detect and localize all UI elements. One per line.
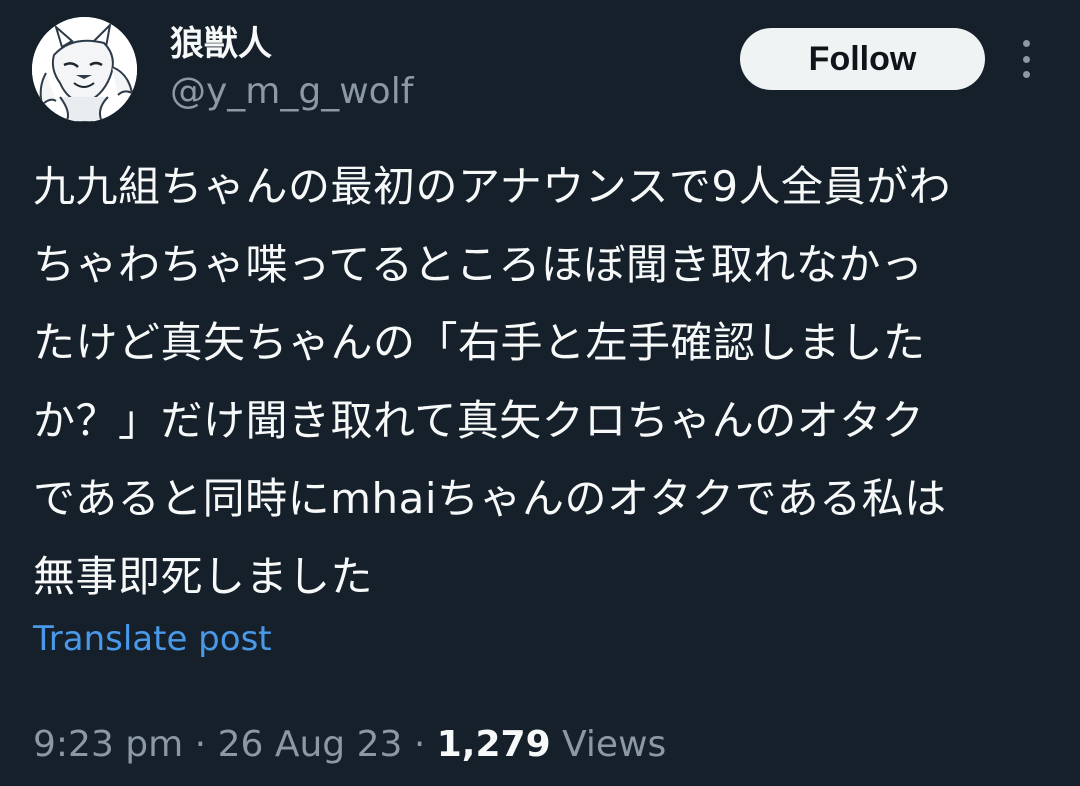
more-dot bbox=[1022, 71, 1030, 78]
post-header: 狼獣人 @y_m_g_wolf Follow bbox=[0, 0, 1080, 130]
more-vertical-icon[interactable] bbox=[1008, 38, 1044, 80]
post-meta: 9:23 pm · 26 Aug 23 · 1,279 Views bbox=[33, 722, 666, 768]
translate-post-link[interactable]: Translate post bbox=[33, 617, 272, 661]
author-handle[interactable]: @y_m_g_wolf bbox=[170, 70, 413, 114]
meta-separator: · bbox=[413, 724, 426, 765]
follow-button[interactable]: Follow bbox=[740, 28, 985, 90]
post-text-line: であると同時にmhaiちゃんのオタクである私は bbox=[33, 474, 947, 523]
more-dot bbox=[1022, 40, 1030, 47]
more-dot bbox=[1022, 55, 1030, 63]
post-text-line: 九九組ちゃんの最初のアナウンスで9人全員がわ bbox=[33, 162, 952, 211]
post-text-line: たけど真矢ちゃんの「右手と左手確認しました bbox=[33, 318, 926, 367]
post-text-line: ちゃわちゃ喋ってるところほぼ聞き取れなかっ bbox=[33, 240, 924, 289]
views-label: Views bbox=[562, 724, 667, 765]
author-display-name[interactable]: 狼獣人 bbox=[170, 24, 272, 64]
post-time[interactable]: 9:23 pm bbox=[33, 724, 183, 765]
wolf-avatar-icon[interactable] bbox=[32, 17, 137, 122]
post-date[interactable]: 26 Aug 23 bbox=[218, 724, 403, 765]
post-text-line: か？」だけ聞き取れて真矢クロちゃんのオタク bbox=[33, 396, 925, 445]
views-count: 1,279 bbox=[436, 724, 551, 765]
post-text-line: 無事即死しました bbox=[33, 552, 374, 601]
meta-separator: · bbox=[194, 724, 207, 765]
post-text: 九九組ちゃんの最初のアナウンスで9人全員がわ ちゃわちゃ喋ってるところほぼ聞き取… bbox=[33, 148, 1053, 616]
